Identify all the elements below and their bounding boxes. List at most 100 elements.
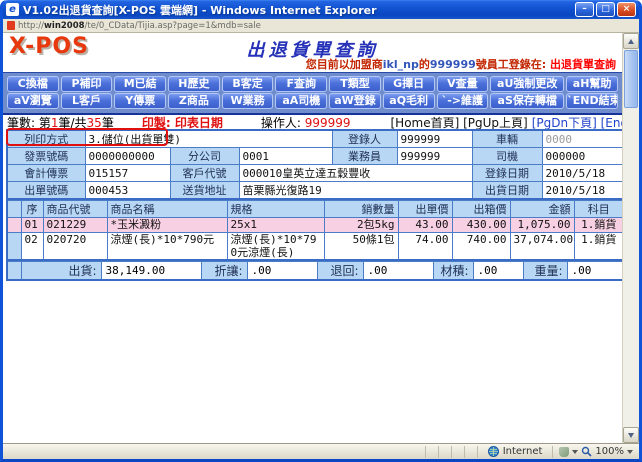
page-icon [7, 21, 15, 30]
browser-viewport: X-POS 出退貨單查詢 您目前以加盟商ikl_np的999999號員工登錄在:… [3, 33, 639, 443]
volume-value[interactable]: .00 [472, 261, 524, 281]
vertical-scrollbar[interactable] [622, 33, 639, 443]
btn-browse[interactable]: aV瀏覽 [7, 93, 59, 109]
btn-help[interactable]: aH幫助 [566, 76, 618, 92]
toolbar: C換檔 P補印 M已結 H歷史 B客定 F查詢 T類型 G擇日 V查量 aU強制… [3, 72, 622, 115]
summary-lead-cell [6, 261, 22, 281]
btn-register[interactable]: aW登錄 [329, 93, 381, 109]
scroll-up-button[interactable] [623, 33, 639, 49]
return-label: 退回: [316, 261, 364, 281]
zoom-control[interactable]: 100% [552, 445, 639, 458]
btn-save-transfer[interactable]: aS保存轉檔 [490, 93, 565, 109]
globe-icon [487, 446, 499, 457]
address-value[interactable]: 苗栗縣光復路19 [238, 181, 473, 200]
salesman-value[interactable]: 999999 [396, 147, 473, 165]
ship-date-value[interactable]: 2010/5/18 [541, 181, 622, 200]
status-segment [424, 445, 438, 458]
btn-customer[interactable]: L客戶 [60, 93, 113, 109]
count-mid: 筆/共 [58, 116, 87, 130]
status-segment [437, 445, 451, 458]
items-table: 序 商品代號 商品名稱 規格 銷數量 出單價 出箱價 金額 科目 01 0212… [6, 200, 622, 261]
order-no-label: 出單號碼 [6, 181, 86, 200]
btn-business[interactable]: W業務 [221, 93, 274, 109]
branch-value[interactable]: 0001 [238, 147, 333, 165]
order-no-value[interactable]: 000453 [84, 181, 171, 200]
btn-voucher[interactable]: Y傳票 [114, 93, 167, 109]
item-code: 020720 [42, 232, 108, 261]
btn-type[interactable]: T類型 [329, 76, 381, 92]
btn-driver[interactable]: aA司機 [275, 93, 328, 109]
branch-label: 分公司 [169, 147, 240, 165]
login-current-page: 出退貨單查詢 [550, 58, 616, 71]
scrollbar-track[interactable] [623, 49, 639, 427]
maximize-button[interactable]: □ [596, 2, 615, 17]
driver-value[interactable]: 000000 [541, 147, 622, 165]
reg-date-label: 登錄日期 [471, 164, 543, 182]
count-suffix: 筆 [101, 116, 114, 130]
weight-label: 重量: [522, 261, 568, 281]
btn-closed[interactable]: M已結 [114, 76, 167, 92]
item-name: 涼煙(長)*10*790元 [106, 232, 228, 261]
summary-bar: 出貨: 38,149.00 折讓: .00 退回: .00 材積: .00 重量… [6, 261, 622, 281]
btn-force-update[interactable]: aU強制更改 [490, 76, 565, 92]
shipment-total-label: 出貨: [20, 261, 102, 281]
login-of: 的 [418, 58, 430, 71]
scroll-down-button[interactable] [623, 427, 639, 443]
zoom-level: 100% [595, 446, 624, 457]
chevron-down-icon [627, 449, 633, 454]
close-button[interactable]: × [617, 2, 636, 17]
item-category: 1.銷貨 [573, 217, 622, 233]
item-row-2[interactable]: 02 020720 涼煙(長)*10*790元 涼煙(長)*10*790元涼煙(… [6, 232, 622, 261]
voucher-value[interactable]: 015157 [84, 164, 171, 182]
vehicle-value[interactable]: 0000 [541, 129, 622, 148]
operator-label: 操作人: [260, 116, 305, 130]
url-protocol: http:// [18, 20, 45, 31]
title-bar[interactable]: e V1.02出退貨查詢[X-POS 雲端網] - Windows Intern… [3, 0, 639, 19]
btn-customer-order[interactable]: B客定 [221, 76, 274, 92]
lead-header-cell [6, 200, 22, 218]
btn-query[interactable]: F查詢 [275, 76, 328, 92]
col-qty: 銷數量 [323, 200, 399, 218]
item-code: 021229 [42, 217, 108, 233]
item-row-1[interactable]: 01 021229 *玉米澱粉 25x1 2包5kg 43.00 430.00 … [6, 217, 622, 233]
print-mode-value[interactable]: 3.儲位(出貨單雙) [84, 129, 333, 148]
minimize-button[interactable]: – [575, 2, 594, 17]
login-suffix: 號員工登錄在: [475, 58, 550, 71]
item-unit-price: 74.00 [397, 232, 453, 261]
btn-product[interactable]: Z商品 [168, 93, 220, 109]
item-qty: 2包5kg [323, 217, 399, 233]
customer-value[interactable]: 000010皇英立達五穀豐收 [238, 164, 473, 182]
return-value[interactable]: .00 [362, 261, 434, 281]
registrant-label: 登錄人 [331, 129, 398, 148]
order-form: 列印方式 3.儲位(出貨單雙) 登錄人 999999 車輛 0000 發票號碼 … [6, 128, 622, 200]
login-merchant: ikl_np [382, 58, 419, 71]
invoice-value[interactable]: 0000000000 [84, 147, 171, 165]
col-name: 商品名稱 [106, 200, 228, 218]
shipment-total-value[interactable]: 38,149.00 [100, 261, 202, 281]
col-seq: 序 [20, 200, 44, 218]
registrant-value[interactable]: 999999 [396, 129, 473, 148]
login-employee: 999999 [429, 58, 476, 71]
btn-check-qty[interactable]: V查量 [436, 76, 489, 92]
btn-change-file[interactable]: C換檔 [7, 76, 59, 92]
reg-date-value[interactable]: 2010/5/18 [541, 164, 622, 182]
btn-pick-date[interactable]: G擇日 [382, 76, 435, 92]
address-bar[interactable]: http://win2008/te/0_CData/Tijia.asp?page… [3, 19, 639, 33]
scrollbar-thumb[interactable] [624, 50, 638, 108]
address-url[interactable]: http://win2008/te/0_CData/Tijia.asp?page… [18, 21, 261, 31]
window-title: V1.02出退貨查詢[X-POS 雲端網] - Windows Internet… [23, 3, 377, 17]
weight-value[interactable]: .00 [566, 261, 622, 281]
btn-end[interactable]: `END結束 [566, 93, 618, 109]
item-spec: 25x1 [226, 217, 325, 233]
status-segment [463, 445, 477, 458]
item-spec: 涼煙(長)*10*790元涼煙(長) [226, 232, 325, 261]
row-lead-cell [6, 217, 22, 233]
page-content: X-POS 出退貨單查詢 您目前以加盟商ikl_np的999999號員工登錄在:… [3, 33, 622, 443]
discount-value[interactable]: .00 [246, 261, 318, 281]
btn-maintain[interactable]: `->維護 [436, 93, 489, 109]
btn-history[interactable]: H歷史 [168, 76, 220, 92]
count-prefix: 筆數: 第 [7, 116, 51, 130]
col-category: 科目 [573, 200, 622, 218]
btn-reprint[interactable]: P補印 [60, 76, 113, 92]
btn-gross-profit[interactable]: aQ毛利 [382, 93, 435, 109]
